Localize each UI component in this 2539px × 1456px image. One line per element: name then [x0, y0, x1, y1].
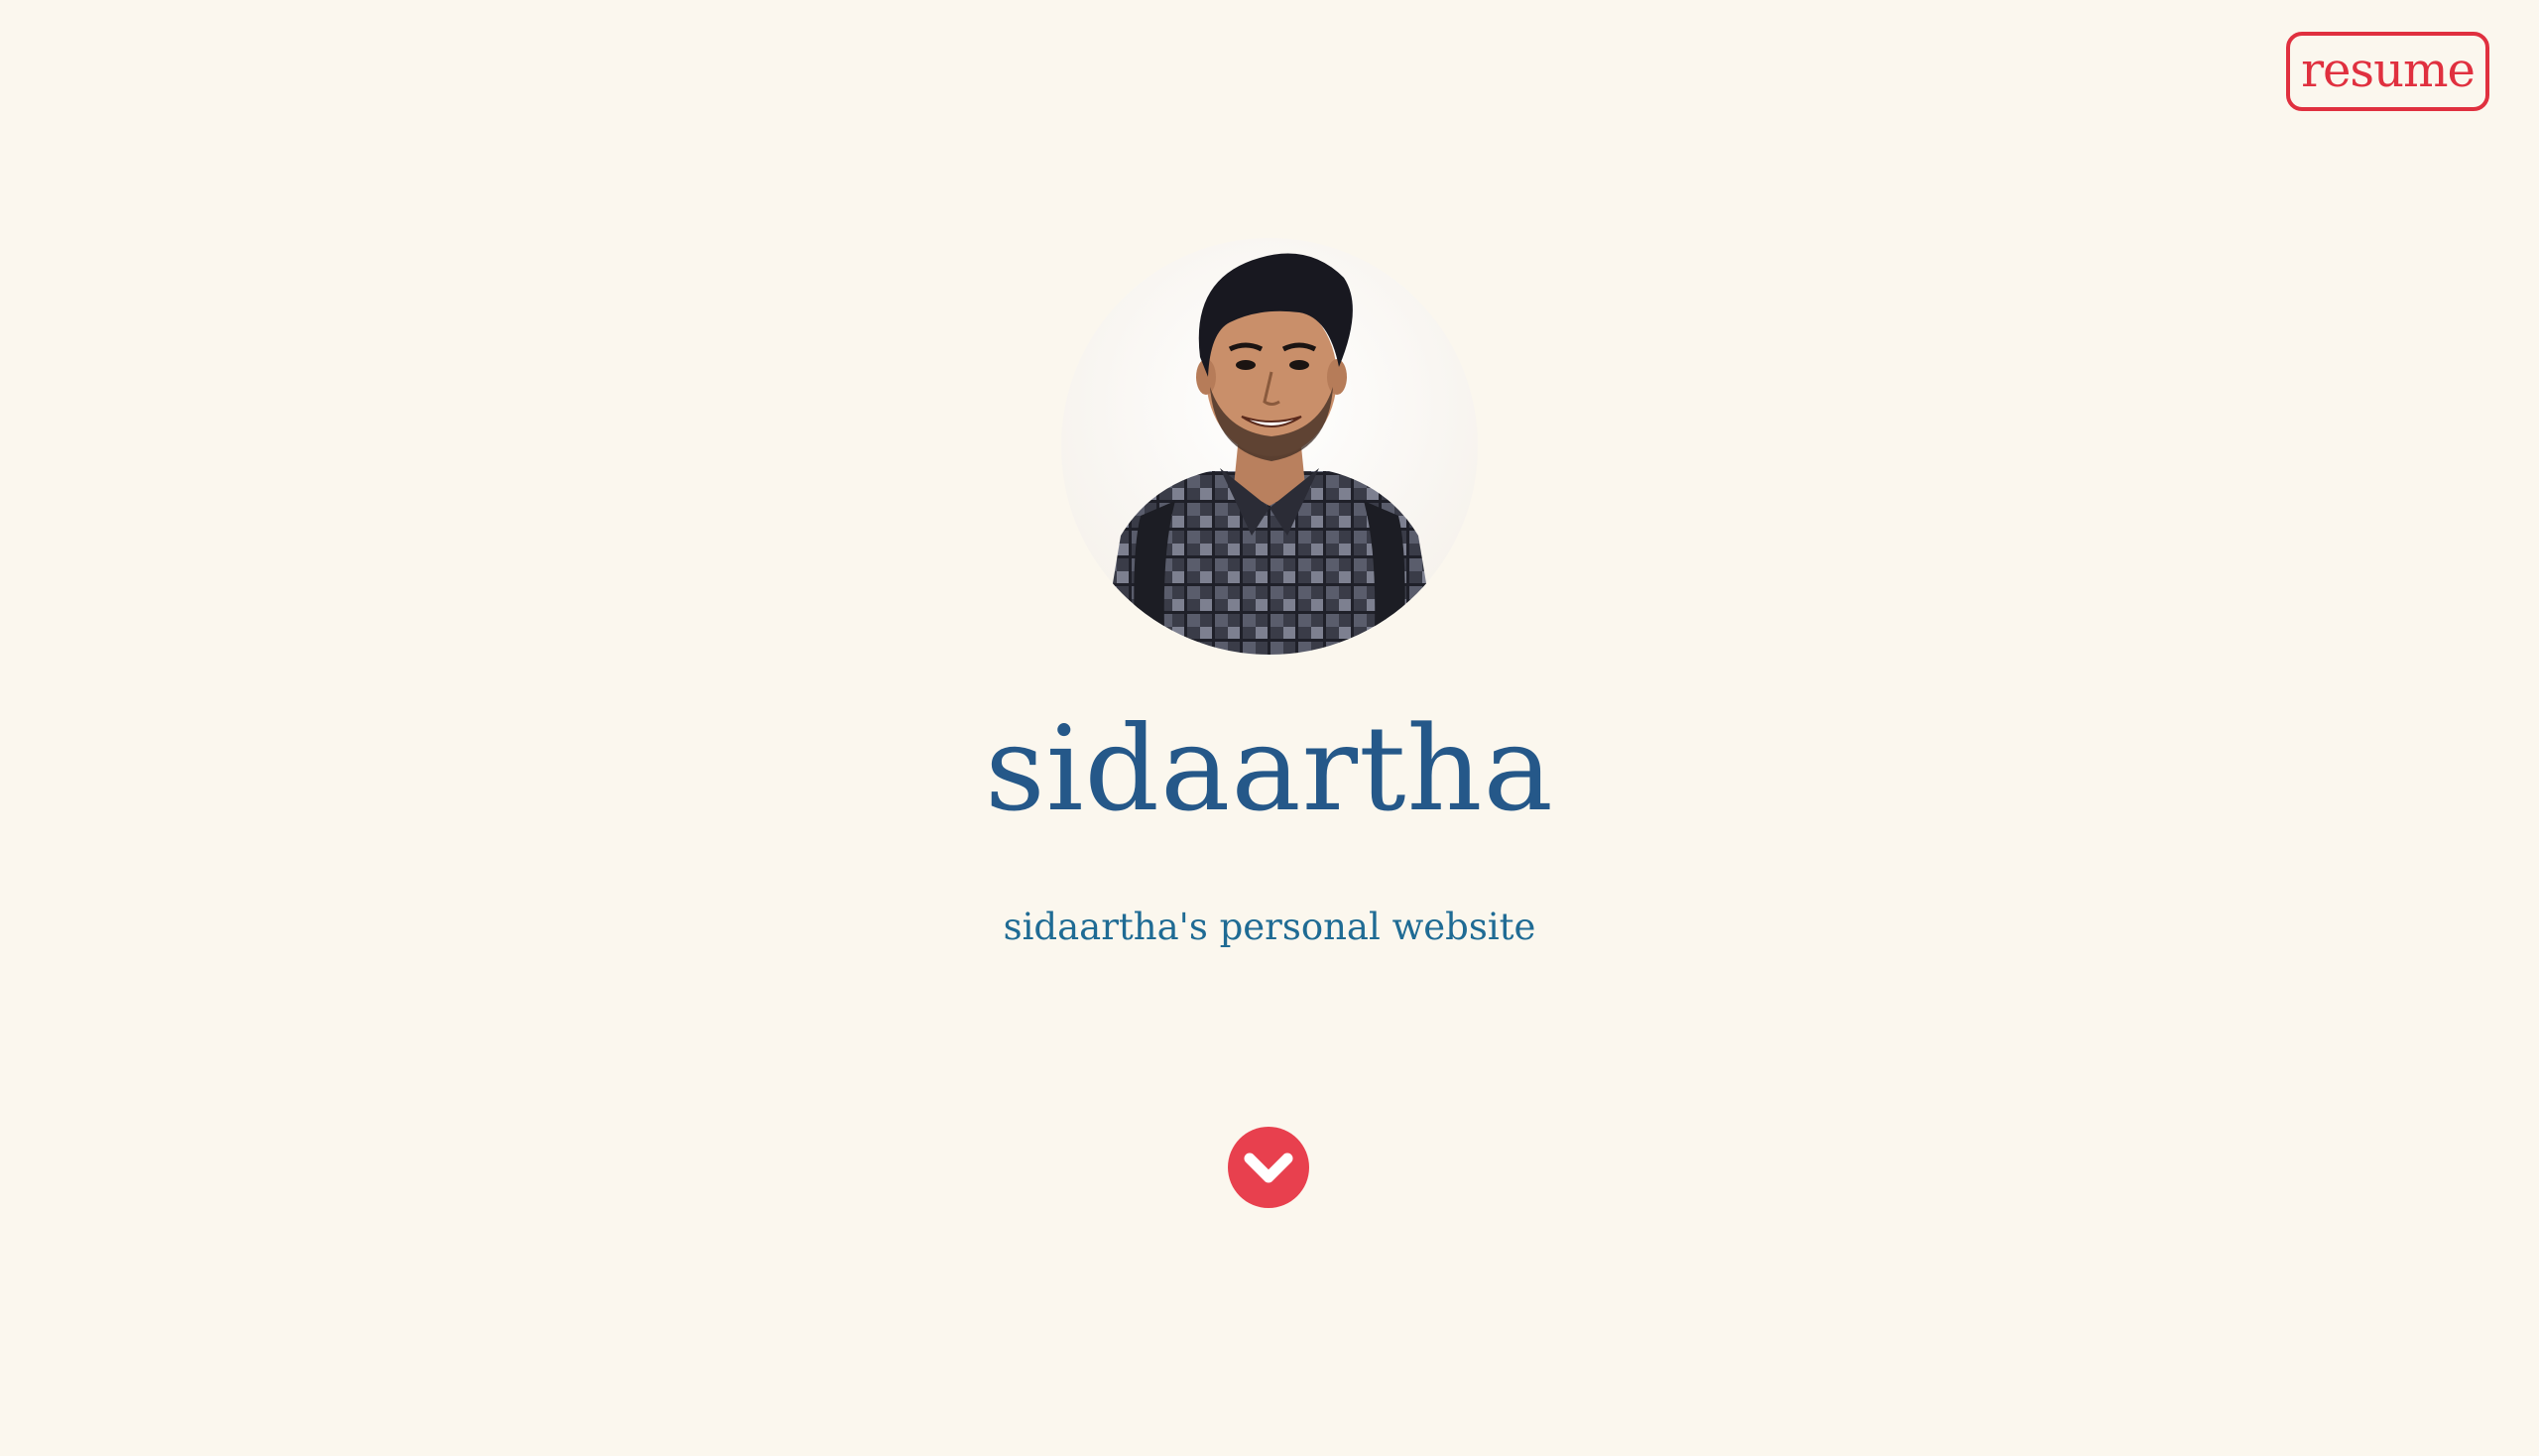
profile-photo-image	[1061, 238, 1478, 655]
scroll-down-button[interactable]	[1228, 1127, 1309, 1208]
site-tagline: sidaartha's personal website	[1003, 906, 1536, 948]
site-title: sidaartha	[985, 700, 1554, 837]
resume-button[interactable]: resume	[2286, 32, 2489, 111]
avatar	[1061, 238, 1478, 655]
chevron-down-icon	[1244, 1153, 1293, 1183]
